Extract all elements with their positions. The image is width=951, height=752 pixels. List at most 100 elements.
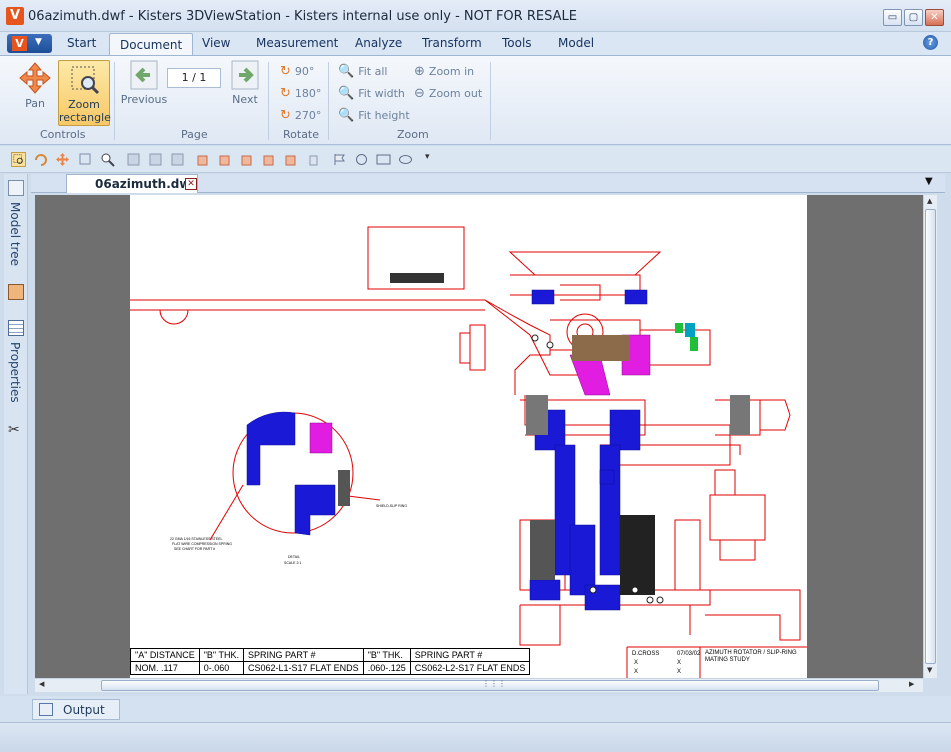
ribbon-panel: Pan Zoom rectangle Controls Previous 1 /… — [0, 55, 951, 145]
cube-view-icon[interactable] — [306, 152, 321, 167]
maximize-button[interactable]: ▢ — [904, 9, 923, 26]
scroll-right-icon[interactable]: ▶ — [909, 680, 914, 688]
model-tree-tab[interactable]: Model tree — [8, 202, 22, 266]
table-row: "A" DISTANCE "B" THK. SPRING PART # "B" … — [130, 648, 531, 662]
fit-all-button[interactable]: 🔍 Fit all — [338, 64, 387, 79]
view-grid-icon[interactable] — [126, 152, 141, 167]
properties-tab[interactable]: Properties — [8, 342, 22, 403]
magnifier-icon: 🔍 — [338, 64, 355, 79]
arrow-left-icon — [130, 60, 158, 90]
cube-view-icon[interactable] — [218, 152, 233, 167]
select-icon[interactable] — [78, 152, 93, 167]
application-menu-button[interactable]: V ▼ — [7, 34, 52, 53]
zoom-rectangle-icon[interactable] — [11, 152, 26, 167]
callout-slip-ring: SHIELD-SLIP RING — [376, 504, 407, 508]
callout-spring-line3: SEE CHART FOR PART # — [174, 547, 215, 551]
table-cell: 0-.060 — [198, 661, 244, 675]
title-block-mark: X — [677, 669, 682, 675]
output-tab[interactable]: Output — [32, 699, 120, 720]
tools-icon[interactable]: ✂ — [8, 422, 20, 438]
rotate-90-button[interactable]: ↻ 90° — [280, 64, 314, 79]
page-number-input[interactable]: 1 / 1 — [167, 68, 221, 88]
tab-start[interactable]: Start — [67, 36, 96, 50]
callout-spring-line2: FLAT WIRE COMPRESSION SPRING — [172, 542, 232, 546]
toolbar-overflow-icon[interactable]: ▾ — [425, 152, 430, 162]
zoom-in-button[interactable]: ⊕ Zoom in — [414, 64, 474, 79]
model-tree-icon[interactable] — [8, 180, 24, 196]
help-icon[interactable]: ? — [923, 35, 938, 50]
rotate-icon[interactable] — [33, 152, 48, 167]
rotate-180-button[interactable]: ↻ 180° — [280, 86, 321, 101]
zoom-group-label: Zoom — [397, 128, 429, 141]
spring-chart-table: "A" DISTANCE "B" THK. SPRING PART # "B" … — [130, 648, 531, 675]
tab-document[interactable]: Document — [109, 33, 194, 57]
magnifier-icon[interactable] — [100, 152, 115, 167]
vertical-scroll-thumb[interactable] — [925, 209, 936, 664]
output-window-icon — [39, 703, 53, 716]
next-page-button[interactable]: Next — [226, 60, 264, 116]
zoom-rectangle-icon — [71, 66, 100, 95]
cloud-icon[interactable] — [398, 152, 413, 167]
flag-icon[interactable] — [332, 152, 347, 167]
circle-icon[interactable] — [354, 152, 369, 167]
properties-icon[interactable] — [8, 320, 24, 336]
cube-view-icon[interactable] — [240, 152, 255, 167]
cube-view-icon[interactable] — [262, 152, 277, 167]
rotate-270-button[interactable]: ↻ 270° — [280, 108, 321, 123]
scroll-up-icon[interactable]: ▲ — [927, 197, 932, 205]
zoom-out-button[interactable]: ⊖ Zoom out — [414, 86, 482, 101]
magnifier-icon: 🔍 — [338, 86, 355, 101]
previous-page-button[interactable]: Previous — [120, 60, 168, 116]
zoom-rectangle-button[interactable]: Zoom rectangle — [58, 60, 111, 126]
table-cell: CS062-L2-S17 FLAT ENDS — [409, 661, 531, 675]
close-button[interactable]: ✕ — [925, 9, 944, 26]
table-cell: NOM. .117 — [130, 661, 200, 675]
drawing-date: 07/03/02 — [677, 651, 701, 657]
cube-icon[interactable] — [8, 284, 24, 300]
output-tab-label: Output — [63, 703, 105, 717]
ribbon-tab-bar: V ▼ Start Document View Measurement Anal… — [0, 32, 951, 57]
zoom-rectangle-label-line2: rectangle — [59, 111, 111, 124]
drawn-by: D.CROSS — [632, 651, 660, 657]
fit-height-button[interactable]: 🔍 Fit height — [338, 108, 410, 123]
next-label: Next — [232, 93, 258, 106]
tab-transform[interactable]: Transform — [422, 36, 482, 50]
document-tab[interactable]: 06azimuth.dwf ✕ — [66, 174, 198, 193]
document-close-icon[interactable]: ✕ — [185, 178, 197, 190]
minimize-button[interactable]: ▭ — [883, 9, 902, 26]
view-grid-icon[interactable] — [148, 152, 163, 167]
vertical-scrollbar[interactable]: ▲ ▼ — [923, 195, 937, 678]
scroll-grip-icon: ⋮⋮⋮ — [482, 679, 506, 688]
horizontal-scroll-thumb[interactable]: ⋮⋮⋮ — [101, 679, 879, 691]
horizontal-scrollbar[interactable]: ◀ ⋮⋮⋮ ▶ — [35, 678, 923, 692]
document-tab-label: 06azimuth.dwf — [95, 177, 196, 191]
pan-arrows-icon — [19, 62, 51, 94]
tab-view[interactable]: View — [202, 36, 230, 50]
scroll-down-icon[interactable]: ▼ — [927, 666, 932, 674]
rectangle-icon[interactable] — [376, 152, 391, 167]
tab-tools[interactable]: Tools — [502, 36, 532, 50]
drawing-viewport[interactable]: 22 GMA 1/16 STAINLESS STEEL FLAT WIRE CO… — [35, 195, 923, 678]
drawing-sheet[interactable]: 22 GMA 1/16 STAINLESS STEEL FLAT WIRE CO… — [130, 195, 807, 678]
pan-label: Pan — [25, 97, 45, 110]
scroll-left-icon[interactable]: ◀ — [39, 680, 44, 688]
tab-list-dropdown-icon[interactable]: ▼ — [925, 176, 933, 187]
tab-measurement[interactable]: Measurement — [256, 36, 338, 50]
tab-model[interactable]: Model — [558, 36, 594, 50]
table-header-cell: SPRING PART # — [409, 648, 531, 662]
cube-view-icon[interactable] — [196, 152, 211, 167]
view-grid-icon[interactable] — [170, 152, 185, 167]
arrow-right-icon — [231, 60, 259, 90]
tab-analyze[interactable]: Analyze — [355, 36, 402, 50]
title-block-mark: X — [634, 660, 639, 666]
cube-view-icon[interactable] — [284, 152, 299, 167]
group-separator — [328, 62, 329, 140]
pan-button[interactable]: Pan — [13, 60, 57, 116]
fit-width-button[interactable]: 🔍 Fit width — [338, 86, 405, 101]
quick-toolbar: ▾ — [0, 146, 951, 173]
zoom-rectangle-label-line1: Zoom — [68, 98, 100, 111]
rotate-90-label: 90° — [294, 65, 315, 78]
title-block-mark: X — [634, 669, 639, 675]
table-header-cell: "A" DISTANCE — [130, 648, 200, 662]
pan-icon[interactable] — [55, 152, 70, 167]
